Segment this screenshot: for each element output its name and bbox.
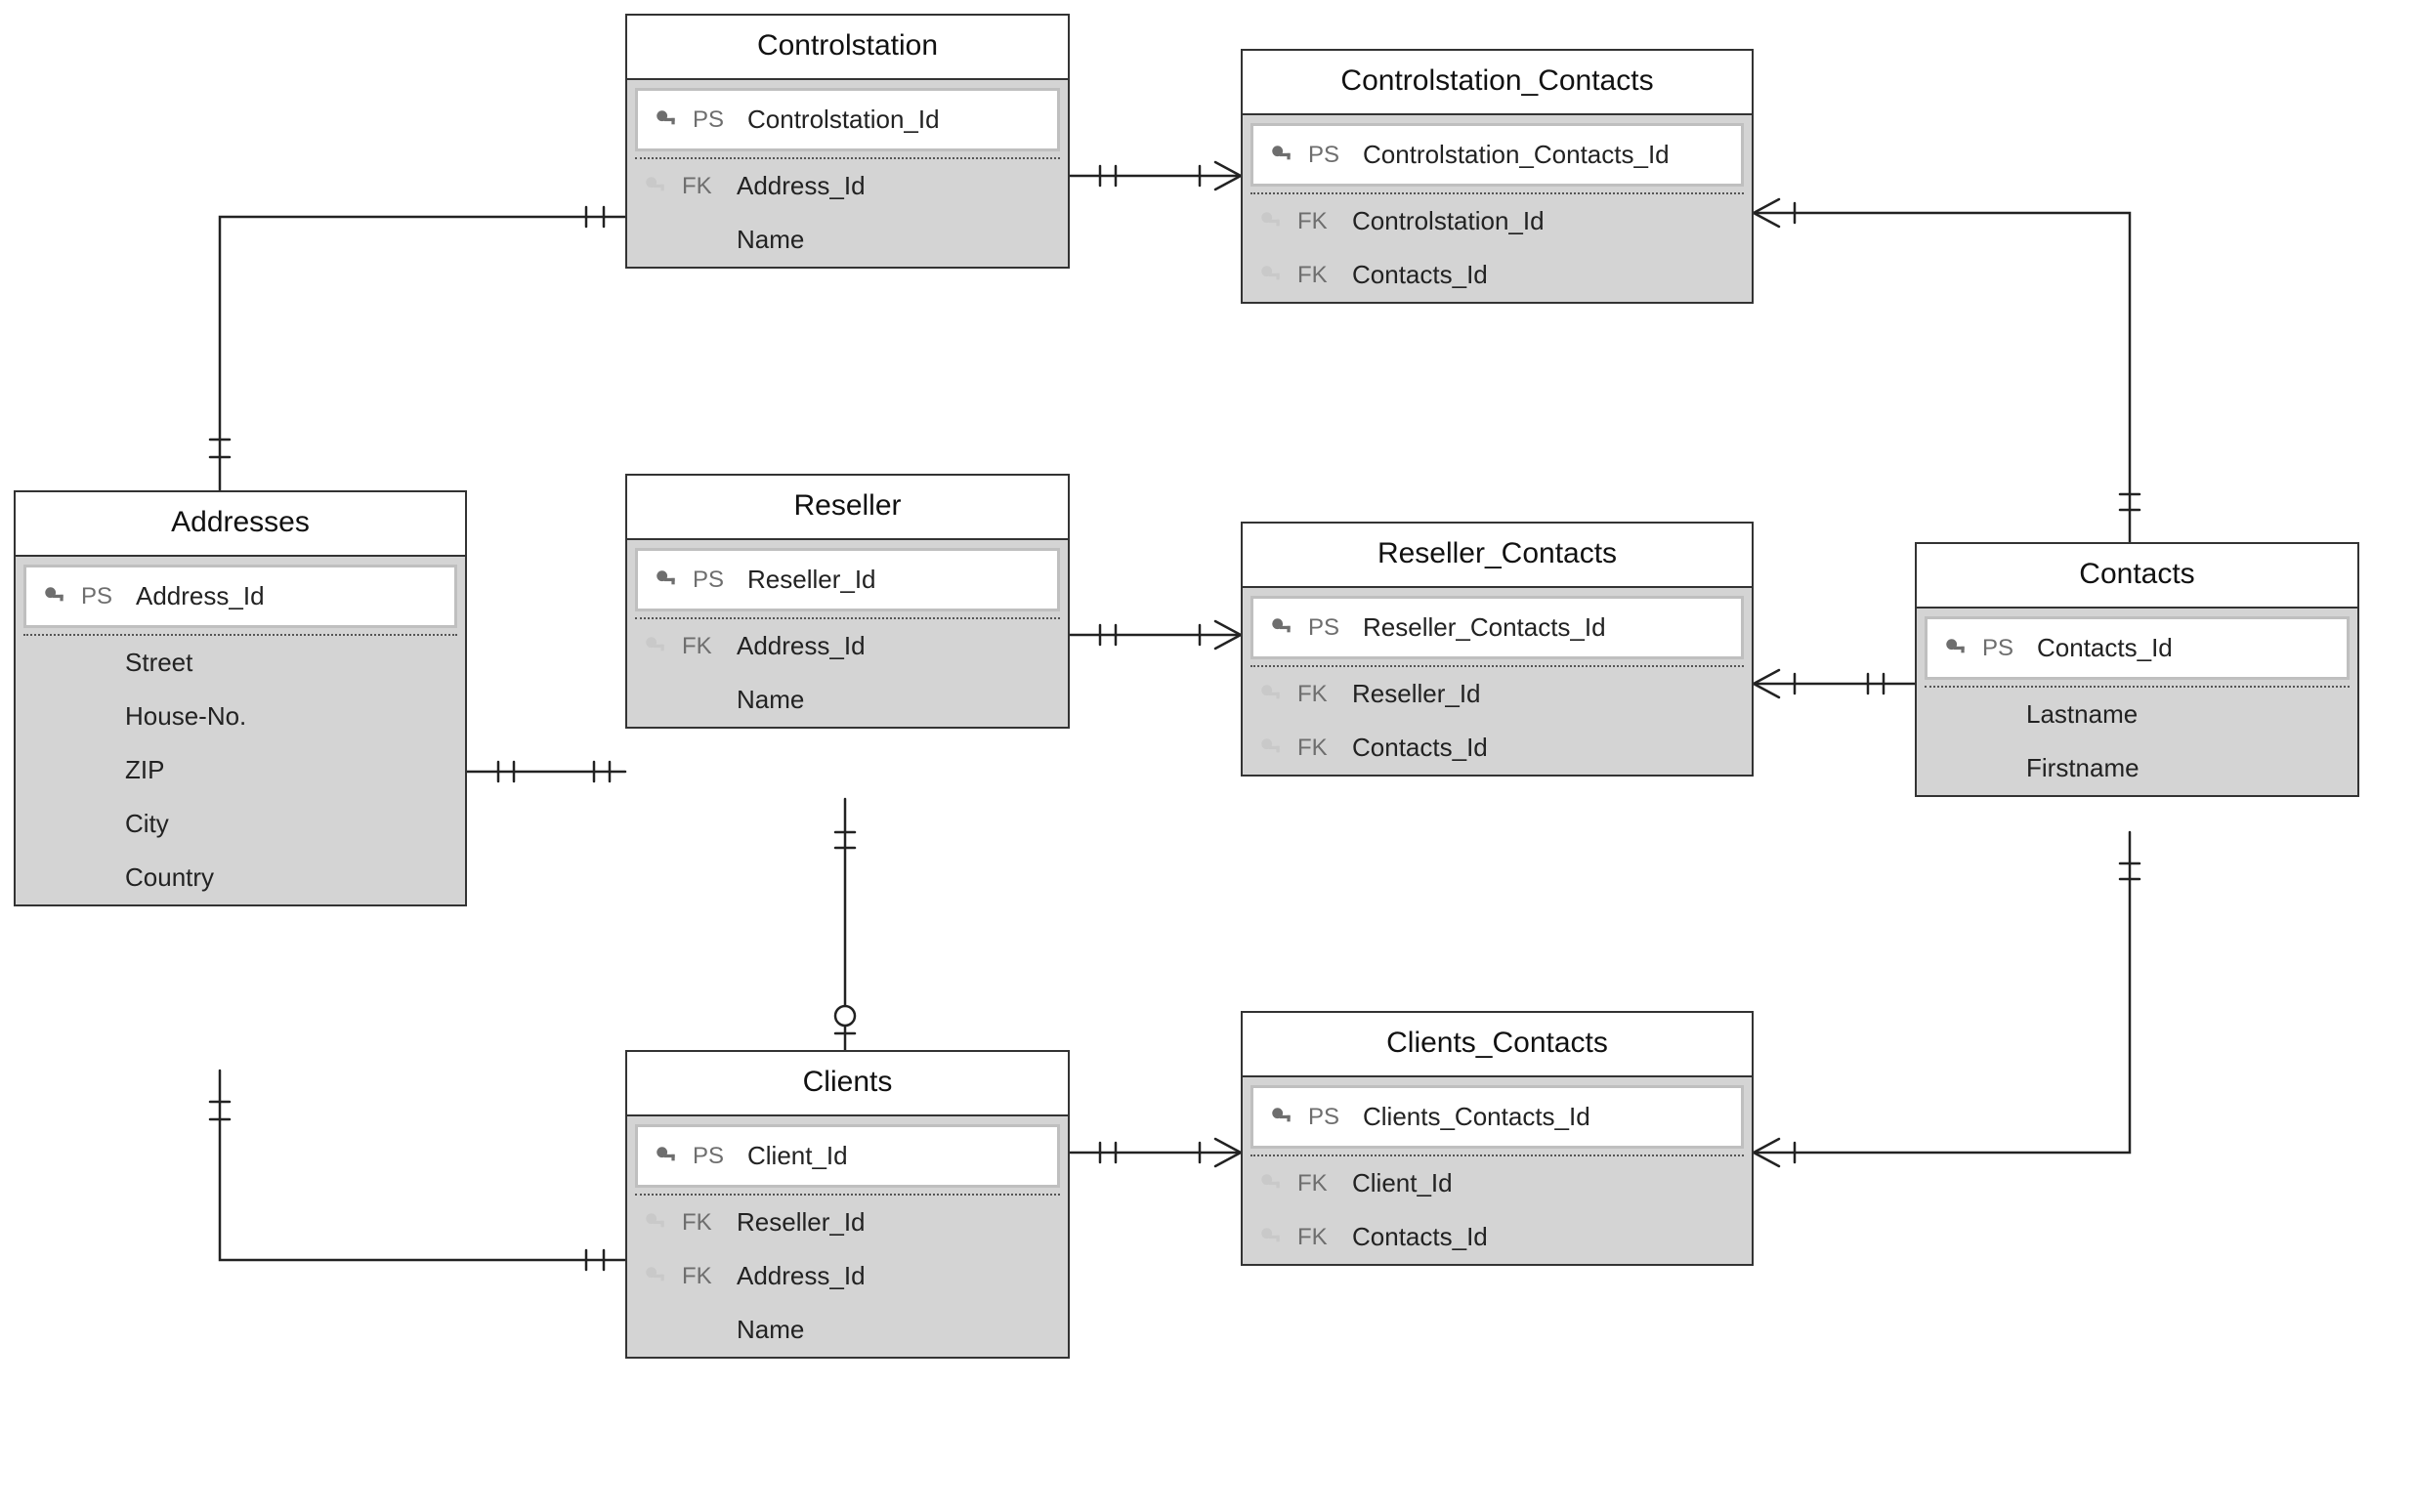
key-icon [1256, 682, 1286, 707]
key-tag: PS [1982, 635, 2025, 662]
key-icon [1256, 735, 1286, 761]
primary-key-row: PS Controlstation_Contacts_Id [1250, 123, 1744, 187]
primary-key-row: PS Clients_Contacts_Id [1250, 1085, 1744, 1149]
attr-row: Street [16, 636, 465, 690]
entity-title: Reseller [627, 476, 1068, 540]
primary-key-row: PS Contacts_Id [1925, 616, 2350, 680]
attr-row: FKContacts_Id [1243, 1210, 1752, 1264]
attr-name: Client_Id [747, 1141, 1047, 1171]
attr-row: FKClient_Id [1243, 1156, 1752, 1210]
key-icon [641, 1264, 670, 1289]
key-icon [1256, 1171, 1286, 1197]
attr-row: ZIP [16, 743, 465, 797]
key-tag: PS [1308, 614, 1351, 642]
key-icon [1267, 615, 1296, 641]
attr-row: FKReseller_Id [1243, 667, 1752, 721]
attr-row: FKContacts_Id [1243, 248, 1752, 302]
attr-row: Country [16, 851, 465, 904]
key-tag: PS [1308, 1104, 1351, 1131]
key-icon [1267, 1105, 1296, 1130]
entity-title: Controlstation_Contacts [1243, 51, 1752, 115]
key-tag: PS [81, 583, 124, 610]
entity-controlstation: Controlstation PS Controlstation_Id FKAd… [625, 14, 1070, 269]
key-tag: PS [1308, 142, 1351, 169]
attr-row: House-No. [16, 690, 465, 743]
entity-title: Controlstation [627, 16, 1068, 80]
attr-row: Firstname [1917, 741, 2357, 795]
attr-name: Controlstation_Id [747, 105, 1047, 135]
primary-key-row: PS Reseller_Contacts_Id [1250, 596, 1744, 659]
attr-row: Name [627, 213, 1068, 267]
entity-reseller: Reseller PS Reseller_Id FKAddress_Id Nam… [625, 474, 1070, 729]
key-icon [641, 174, 670, 199]
key-icon [641, 1210, 670, 1236]
entity-title: Reseller_Contacts [1243, 524, 1752, 588]
entity-title: Addresses [16, 492, 465, 557]
entity-contacts: Contacts PS Contacts_Id Lastname Firstna… [1915, 542, 2359, 797]
entity-clients: Clients PS Client_Id FKReseller_Id FKAdd… [625, 1050, 1070, 1359]
key-tag: PS [693, 567, 736, 594]
attr-row: FKContacts_Id [1243, 721, 1752, 775]
attr-row: FKControlstation_Id [1243, 194, 1752, 248]
primary-key-row: PS Controlstation_Id [635, 88, 1060, 151]
key-tag: PS [693, 1143, 736, 1170]
key-icon [1256, 1225, 1286, 1250]
entity-reseller-contacts: Reseller_Contacts PS Reseller_Contacts_I… [1241, 522, 1754, 777]
attr-row: FKAddress_Id [627, 159, 1068, 213]
key-icon [641, 634, 670, 659]
attr-row: FKAddress_Id [627, 619, 1068, 673]
key-tag: PS [693, 106, 736, 134]
key-icon [652, 1144, 681, 1169]
primary-key-row: PS Address_Id [23, 565, 457, 628]
entity-title: Clients [627, 1052, 1068, 1116]
attr-name: Controlstation_Contacts_Id [1363, 140, 1731, 170]
attr-row: FKReseller_Id [627, 1196, 1068, 1249]
key-icon [652, 107, 681, 133]
entity-addresses: Addresses PS Address_Id Street House-No.… [14, 490, 467, 906]
attr-name: Reseller_Id [747, 565, 1047, 595]
attr-row: City [16, 797, 465, 851]
key-icon [1256, 263, 1286, 288]
attr-row: FKAddress_Id [627, 1249, 1068, 1303]
attr-row: Name [627, 1303, 1068, 1357]
attr-name: Contacts_Id [2037, 633, 2337, 663]
key-icon [1941, 636, 1970, 661]
entity-title: Clients_Contacts [1243, 1013, 1752, 1077]
key-icon [1256, 209, 1286, 234]
entity-title: Contacts [1917, 544, 2357, 609]
entity-controlstation-contacts: Controlstation_Contacts PS Controlstatio… [1241, 49, 1754, 304]
key-icon [40, 584, 69, 609]
attr-name: Reseller_Contacts_Id [1363, 612, 1731, 643]
entity-clients-contacts: Clients_Contacts PS Clients_Contacts_Id … [1241, 1011, 1754, 1266]
key-icon [1267, 143, 1296, 168]
attr-name: Clients_Contacts_Id [1363, 1102, 1731, 1132]
primary-key-row: PS Client_Id [635, 1124, 1060, 1188]
primary-key-row: PS Reseller_Id [635, 548, 1060, 611]
attr-name: Address_Id [136, 581, 445, 611]
attr-row: Name [627, 673, 1068, 727]
attr-row: Lastname [1917, 688, 2357, 741]
key-icon [652, 567, 681, 593]
